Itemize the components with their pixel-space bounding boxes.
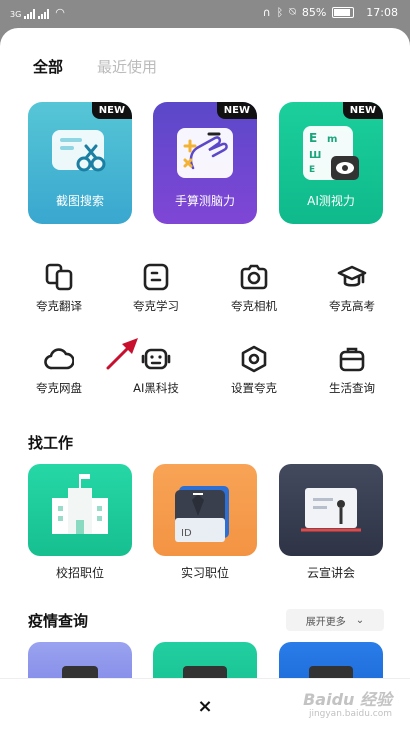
- headphone-icon: ∩: [262, 5, 271, 19]
- grid-item-cloud-drive[interactable]: 夸克网盘: [11, 344, 107, 396]
- chevron-down-icon: ⌄: [355, 614, 365, 626]
- feature-screenshot-search[interactable]: NEW 截图搜索: [28, 102, 132, 224]
- feature-label: 截图搜索: [55, 194, 104, 208]
- expand-more-label: 展开更多: [305, 616, 346, 628]
- grid-item-settings[interactable]: 设置夸克: [206, 344, 302, 396]
- grid-item-camera[interactable]: 夸克相机: [206, 262, 302, 314]
- campus-building-icon: [52, 474, 108, 534]
- grid-item-life-query[interactable]: 生活查询: [304, 344, 400, 396]
- signal-icon-2: [38, 9, 50, 19]
- job-card-internship[interactable]: ID: [153, 464, 257, 556]
- clock: 17:08: [366, 5, 398, 19]
- camera-icon: [240, 264, 268, 290]
- grid-item-label: 夸克相机: [231, 299, 277, 313]
- tab-bar: 全部 最近使用: [33, 56, 157, 77]
- grid-item-label: 夸克网盘: [36, 381, 82, 395]
- grid-item-label: 生活查询: [329, 381, 375, 395]
- job-label: 云宣讲会: [306, 566, 355, 580]
- job-label: 校招职位: [55, 566, 104, 580]
- expand-more-button[interactable]: 展开更多 ⌄: [286, 609, 384, 631]
- eye-chart-icon: E m Ш E: [303, 126, 359, 180]
- feature-label: AI测视力: [307, 194, 355, 208]
- grid-item-gaokao[interactable]: 夸克高考: [304, 262, 400, 314]
- wifi-icon: ◠: [55, 6, 65, 19]
- grid-item-translate[interactable]: 夸克翻译: [11, 262, 107, 314]
- tools-sheet: 全部 最近使用 NEW 截图搜索 NEW 手算测脑力 NEW E m Ш E A…: [0, 28, 410, 730]
- tab-recent[interactable]: 最近使用: [97, 56, 157, 77]
- jobs-section-title: 找工作: [28, 434, 74, 452]
- signal-indicators: 3G ◠: [10, 6, 65, 19]
- svg-text:E: E: [309, 165, 315, 175]
- hand-math-icon: [177, 128, 233, 178]
- new-badge: NEW: [342, 102, 383, 119]
- new-badge: NEW: [216, 102, 257, 119]
- grid-item-label: 夸克学习: [133, 299, 179, 313]
- grid-item-label: 夸克高考: [329, 299, 375, 313]
- bluetooth-icon: ᛒ: [276, 5, 284, 19]
- settings-icon: [241, 345, 267, 373]
- grid-item-label: AI黑科技: [133, 381, 179, 395]
- id-card-icon: ID: [175, 486, 229, 542]
- feature-ai-vision-test[interactable]: NEW E m Ш E AI测视力: [279, 102, 383, 224]
- battery-level: 85%: [301, 5, 327, 19]
- svg-text:E: E: [309, 131, 317, 145]
- watermark-brand: Baidu 经验: [303, 690, 392, 709]
- watermark-url: jingyan.baidu.com: [308, 709, 392, 719]
- new-badge: NEW: [91, 102, 132, 119]
- job-card-cloud-lecture[interactable]: [279, 464, 383, 556]
- robot-icon: [141, 348, 171, 370]
- epidemic-section-title: 疫情查询: [28, 612, 89, 630]
- signal-icon: [24, 9, 36, 19]
- job-label: 实习职位: [180, 566, 229, 580]
- scissors-icon: [52, 130, 106, 172]
- translate-icon: [45, 263, 73, 291]
- svg-text:Ш: Ш: [309, 150, 321, 161]
- graduation-cap-icon: [337, 265, 367, 287]
- annotation-arrow-icon: [106, 338, 138, 370]
- watermark: Baidu 经验 jingyan.baidu.com: [303, 692, 392, 720]
- status-bar: 3G ◠ ∩ ᛒ ⍉ 85% 17:08: [0, 0, 410, 26]
- network-type: 3G: [10, 10, 22, 19]
- svg-text:ID: ID: [181, 528, 192, 539]
- battery-icon: [332, 6, 355, 18]
- lecture-board-icon: [301, 488, 361, 532]
- status-right: ∩ ᛒ ⍉ 85% 17:08: [263, 5, 398, 19]
- job-card-campus[interactable]: [28, 464, 132, 556]
- briefcase-icon: [339, 347, 365, 372]
- study-icon: [143, 263, 169, 291]
- close-button[interactable]: ×: [193, 695, 217, 719]
- grid-item-label: 设置夸克: [231, 381, 277, 395]
- mute-icon: ⍉: [289, 5, 296, 18]
- feature-mental-math[interactable]: NEW 手算测脑力: [153, 102, 257, 224]
- grid-item-study[interactable]: 夸克学习: [108, 262, 204, 314]
- cloud-icon: [44, 348, 74, 370]
- close-bar: × Baidu 经验 jingyan.baidu.com: [0, 678, 410, 730]
- grid-item-label: 夸克翻译: [36, 299, 82, 313]
- feature-label: 手算测脑力: [174, 194, 235, 208]
- tab-all[interactable]: 全部: [33, 56, 63, 77]
- svg-text:m: m: [327, 134, 337, 145]
